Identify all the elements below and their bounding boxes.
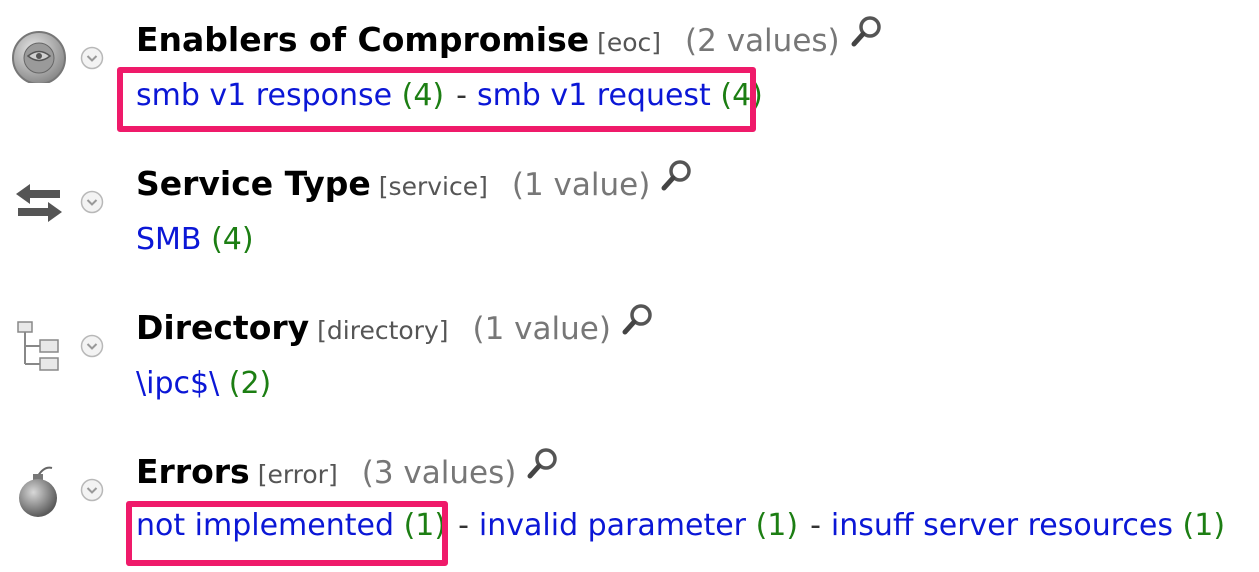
- value-count: (2 values): [685, 23, 840, 59]
- section-key: [error]: [257, 460, 338, 489]
- section-header: Enablers of Compromise [eoc] (2 values): [136, 16, 884, 59]
- arrows-icon: [16, 184, 62, 222]
- value-link[interactable]: invalid parameter: [479, 508, 746, 543]
- highlight-box: [117, 67, 756, 132]
- section-title: Errors: [136, 452, 250, 491]
- value-count: (3 values): [361, 455, 517, 491]
- section-eoc: Enablers of Compromise [eoc] (2 values) sm…: [0, 0, 1259, 140]
- section-errors: Errors [error] (3 values) not implemented …: [0, 432, 1259, 572]
- section-key: [service]: [378, 172, 488, 201]
- section-header: Directory [directory] (1 value): [136, 304, 655, 347]
- value-link[interactable]: insuff server resources: [831, 508, 1173, 543]
- highlight-box: [126, 501, 448, 566]
- chevron-down-icon[interactable]: [80, 190, 104, 214]
- section-title: Directory: [136, 308, 310, 347]
- bomb-icon: [19, 466, 57, 517]
- value-count-badge: (4): [211, 222, 254, 257]
- value-count-badge: (1): [755, 508, 799, 543]
- value-count: (1 value): [472, 311, 611, 347]
- chevron-down-icon[interactable]: [80, 46, 104, 70]
- section-service: Service Type [service] (1 value) SMB (4): [0, 144, 1259, 284]
- value-count-badge: (2): [228, 366, 272, 401]
- search-icon[interactable]: [850, 14, 884, 48]
- section-title: Enablers of Compromise: [136, 20, 590, 59]
- separator: -: [810, 508, 821, 543]
- separator: -: [458, 508, 469, 543]
- value-link[interactable]: \ipc$\: [136, 366, 219, 401]
- eoc-icon: [12, 31, 66, 83]
- section-title: Service Type: [136, 164, 371, 203]
- value-count-badge: (1): [1182, 508, 1226, 543]
- search-icon[interactable]: [621, 302, 655, 336]
- value-list: \ipc$\ (2): [136, 366, 271, 401]
- value-count: (1 value): [511, 167, 651, 203]
- section-key: [eoc]: [597, 28, 662, 57]
- chevron-down-icon[interactable]: [80, 478, 104, 502]
- section-directory: Directory [directory] (1 value) \ipc$\ (2): [0, 288, 1259, 428]
- section-header: Service Type [service] (1 value): [136, 160, 694, 203]
- search-icon[interactable]: [660, 158, 694, 192]
- value-link[interactable]: SMB: [136, 222, 202, 257]
- directory-tree-icon: [17, 321, 59, 371]
- search-icon[interactable]: [526, 446, 560, 480]
- section-header: Errors [error] (3 values): [136, 448, 560, 491]
- value-list: SMB (4): [136, 222, 254, 257]
- section-key: [directory]: [317, 316, 449, 345]
- chevron-down-icon[interactable]: [80, 334, 104, 358]
